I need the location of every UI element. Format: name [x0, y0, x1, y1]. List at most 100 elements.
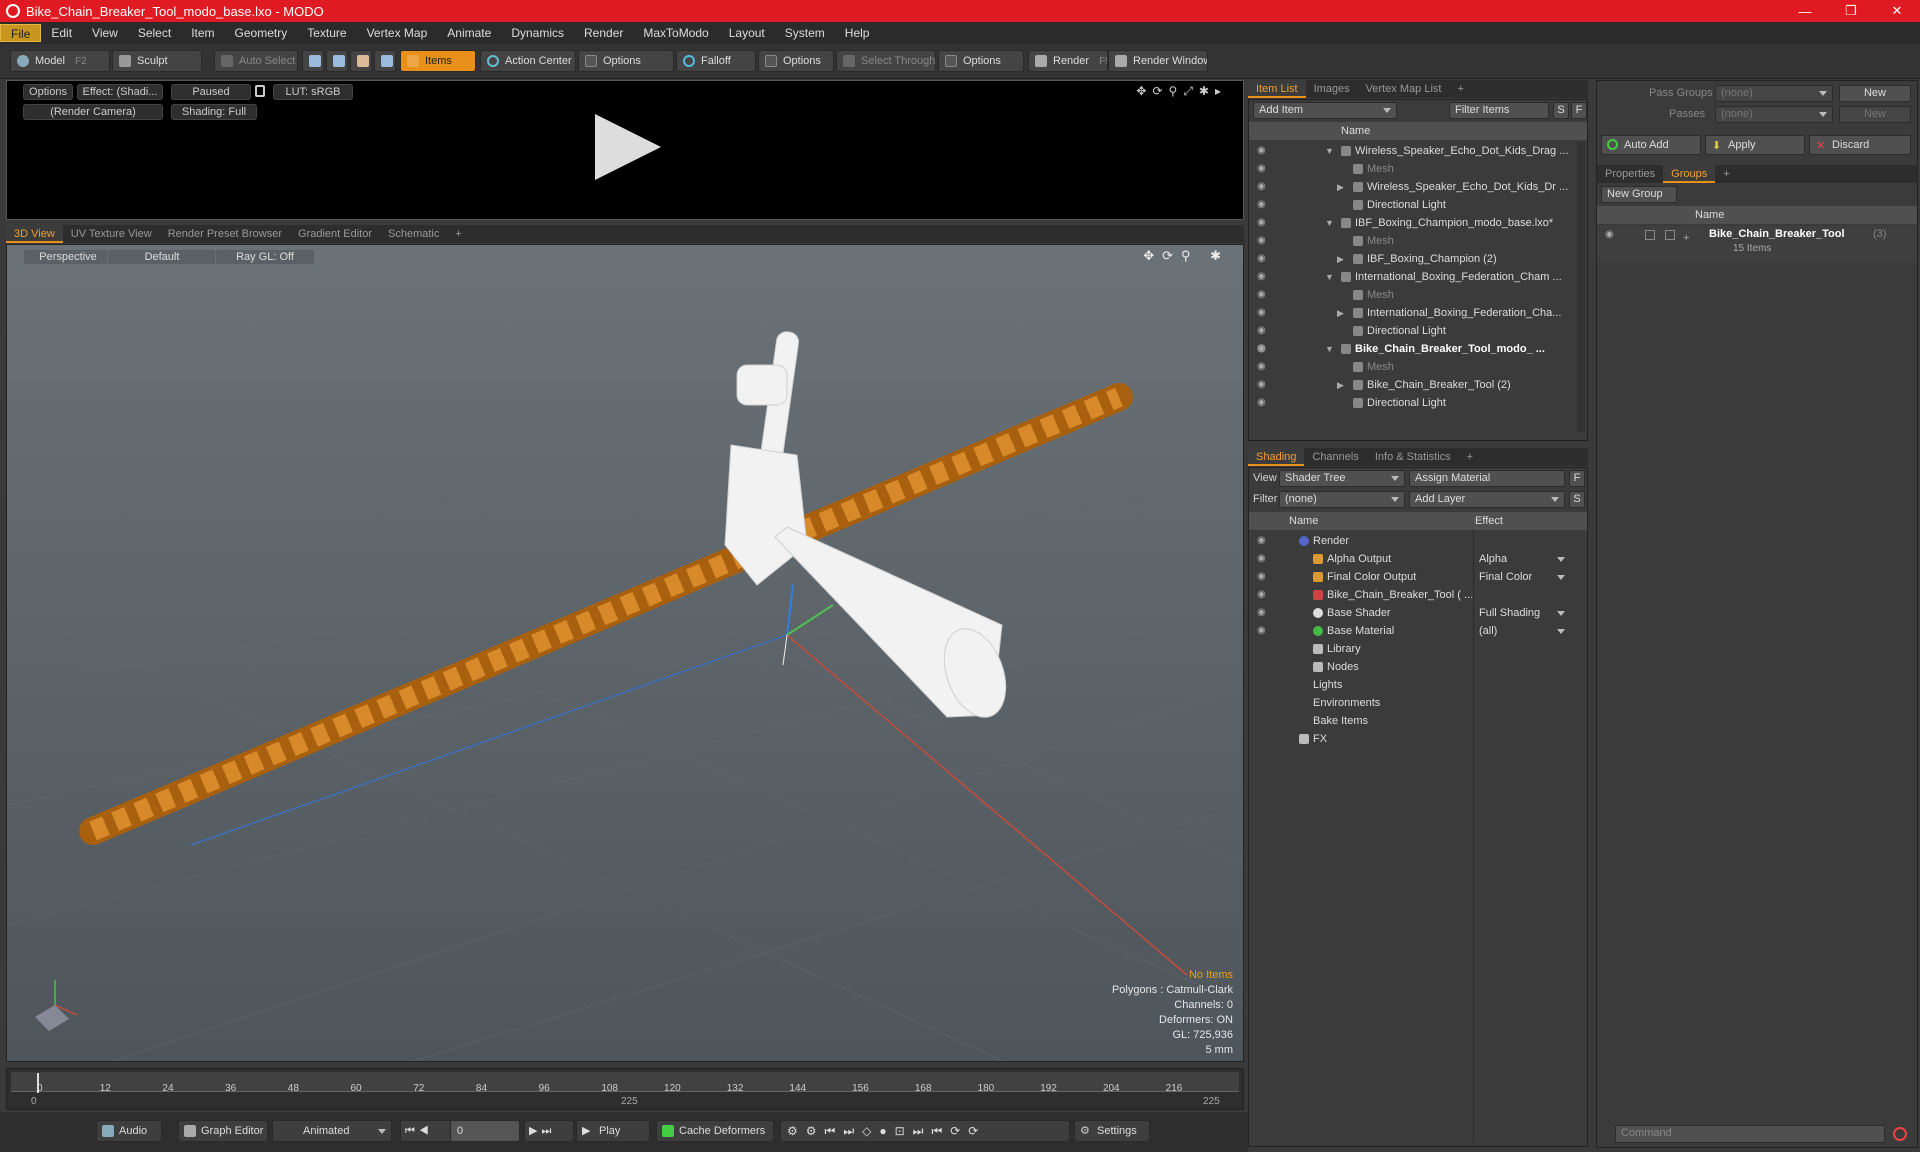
add-item-dropdown[interactable]: Add Item	[1253, 102, 1397, 119]
visibility-eye-icon[interactable]: ◉	[1257, 361, 1269, 373]
menu-geometry[interactable]: Geometry	[225, 24, 298, 42]
add-layer-dropdown[interactable]: Add Layer	[1409, 491, 1565, 508]
tab-channels[interactable]: Channels	[1304, 448, 1366, 466]
menu-animate[interactable]: Animate	[437, 24, 501, 42]
expand-arrow-icon[interactable]: ▶	[1337, 376, 1344, 394]
collapse-arrow-icon[interactable]: ▼	[1325, 268, 1334, 286]
item-list-row[interactable]: ◉ ▼ IBF_Boxing_Champion_modo_base.lxo*	[1249, 214, 1569, 232]
maximize-button[interactable]: ❐	[1828, 3, 1874, 19]
auto-select-button[interactable]: Auto Select	[214, 50, 298, 72]
animated-dropdown[interactable]: Animated	[272, 1120, 392, 1142]
auto-add-button[interactable]: Auto Add	[1601, 135, 1701, 155]
settings-button[interactable]: ⚙ Settings	[1074, 1120, 1150, 1142]
close-button[interactable]: ✕	[1874, 3, 1920, 19]
timeline[interactable]: 0 12 24 36 48 60 72 84 96 108 120 132 144 156 168 180 19…	[6, 1068, 1244, 1110]
visibility-eye-icon[interactable]: ◉	[1605, 229, 1614, 240]
visibility-eye-icon[interactable]: ◉	[1257, 379, 1269, 391]
visibility-eye-icon[interactable]: ◉	[1257, 181, 1269, 193]
visibility-eye-icon[interactable]: ◉	[1257, 607, 1269, 619]
preview-effect-dropdown[interactable]: Effect: (Shadi...	[77, 84, 163, 100]
add-tab-icon[interactable]: +	[447, 225, 469, 243]
visibility-eye-icon[interactable]: ◉	[1257, 145, 1269, 157]
lut-dropdown[interactable]: LUT: sRGB	[273, 84, 353, 100]
preview-paused-button[interactable]: Paused	[171, 84, 251, 100]
keyframe-tools[interactable]: ⚙⚙⏮⏭◇●⊡⏭⏮⟳⟳	[780, 1120, 1070, 1142]
preview-options-button[interactable]: Options	[23, 84, 73, 100]
discard-button[interactable]: ✕ Discard	[1809, 135, 1911, 155]
model-mode-button[interactable]: Model F2	[10, 50, 110, 72]
collapse-arrow-icon[interactable]: ▼	[1325, 214, 1334, 232]
dropdown-arrow-icon[interactable]	[1557, 611, 1565, 616]
item-list-row[interactable]: ◉ ▼ International_Boxing_Federation_Cham .…	[1249, 268, 1569, 286]
menu-render[interactable]: Render	[574, 24, 633, 42]
visibility-eye-icon[interactable]: ◉	[1257, 571, 1269, 583]
item-list-scrollbar[interactable]	[1577, 142, 1585, 432]
select-through-options-button[interactable]: Options	[938, 50, 1024, 72]
shader-tree-dropdown[interactable]: Shader Tree	[1279, 470, 1405, 487]
expand-arrow-icon[interactable]: ▶	[1337, 250, 1344, 268]
playhead[interactable]	[37, 1073, 39, 1093]
shader-tree-row[interactable]: Nodes	[1249, 658, 1569, 676]
tab-item-list[interactable]: Item List	[1248, 80, 1306, 98]
menu-file[interactable]: File	[0, 24, 42, 42]
menu-vertex-map[interactable]: Vertex Map	[357, 24, 438, 42]
tab-gradient-editor[interactable]: Gradient Editor	[290, 225, 380, 243]
visibility-eye-icon[interactable]: ◉	[1257, 253, 1269, 265]
item-list-row[interactable]: ◉ ▼ Bike_Chain_Breaker_Tool_modo_ ...	[1249, 340, 1569, 358]
prev-key-buttons[interactable]: ⏮◀	[400, 1120, 452, 1142]
dropdown-arrow-icon[interactable]	[1557, 575, 1565, 580]
visibility-eye-icon[interactable]: ◉	[1257, 271, 1269, 283]
new-group-button[interactable]: New Group	[1601, 186, 1677, 203]
visibility-eye-icon[interactable]: ◉	[1257, 535, 1269, 547]
select-checkbox[interactable]	[1665, 230, 1675, 240]
shader-tree-row[interactable]: ◉ Base Shader Full Shading	[1249, 604, 1569, 622]
frame-input[interactable]: 0	[450, 1120, 520, 1142]
menu-edit[interactable]: Edit	[41, 24, 82, 42]
command-input[interactable]: Command	[1615, 1125, 1885, 1143]
dropdown-arrow-icon[interactable]	[1557, 629, 1565, 634]
menu-layout[interactable]: Layout	[719, 24, 775, 42]
falloff-button[interactable]: Falloff	[676, 50, 756, 72]
shader-tree-row[interactable]: ◉ Render	[1249, 532, 1569, 550]
assign-material-button[interactable]: Assign Material	[1409, 470, 1565, 487]
shader-tree-row[interactable]: ◉ Bike_Chain_Breaker_Tool ( ...	[1249, 586, 1569, 604]
polygons-mode-button[interactable]	[350, 50, 372, 72]
play-preview-icon[interactable]	[595, 114, 661, 180]
graph-editor-button[interactable]: Graph Editor	[178, 1120, 268, 1142]
visibility-eye-icon[interactable]: ◉	[1257, 325, 1269, 337]
new-pass-button[interactable]: New	[1839, 106, 1911, 123]
add-tab-icon[interactable]: +	[1449, 80, 1471, 98]
shader-tree-row[interactable]: Lights	[1249, 676, 1569, 694]
shading-dropdown[interactable]: Shading: Full	[171, 104, 257, 120]
shader-tree-row[interactable]: ◉ Alpha Output Alpha	[1249, 550, 1569, 568]
lock-icon[interactable]	[255, 85, 265, 97]
visibility-eye-icon[interactable]: ◉	[1257, 589, 1269, 601]
visibility-eye-icon[interactable]: ◉	[1257, 307, 1269, 319]
s-button[interactable]: S	[1569, 491, 1585, 508]
preview-nav-icons[interactable]: ✥⟳⚲⤢✱▸	[1136, 84, 1227, 99]
item-list-row[interactable]: ◉ Mesh	[1249, 160, 1569, 178]
tab-render-preset-browser[interactable]: Render Preset Browser	[160, 225, 290, 243]
3d-viewport[interactable]: Perspective Default Ray GL: Off ✥⟳⚲ ✱ No…	[6, 244, 1244, 1062]
item-list-row[interactable]: ◉ ▶ Wireless_Speaker_Echo_Dot_Kids_Dr ...	[1249, 178, 1569, 196]
add-tab-icon[interactable]: +	[1459, 448, 1481, 466]
s-button[interactable]: S	[1553, 102, 1569, 119]
item-list-row[interactable]: ◉ Mesh	[1249, 286, 1569, 304]
visibility-eye-icon[interactable]: ◉	[1257, 553, 1269, 565]
tab-properties[interactable]: Properties	[1597, 165, 1663, 183]
effect-dropdown[interactable]: Alpha	[1479, 550, 1507, 568]
tab-vertex-map-list[interactable]: Vertex Map List	[1358, 80, 1450, 98]
falloff-options-button[interactable]: Options	[758, 50, 834, 72]
visibility-eye-icon[interactable]: ◉	[1257, 163, 1269, 175]
visibility-eye-icon[interactable]: ◉	[1257, 625, 1269, 637]
tab-groups[interactable]: Groups	[1663, 165, 1716, 183]
item-list-row[interactable]: ◉ Directional Light	[1249, 322, 1569, 340]
shader-tree-row[interactable]: Bake Items	[1249, 712, 1569, 730]
visibility-eye-icon[interactable]: ◉	[1257, 397, 1269, 409]
menu-select[interactable]: Select	[128, 24, 181, 42]
action-center-button[interactable]: Action Center	[480, 50, 576, 72]
collapse-arrow-icon[interactable]: ▼	[1325, 340, 1334, 358]
tab-schematic[interactable]: Schematic	[380, 225, 447, 243]
render-window-button[interactable]: Render Window	[1108, 50, 1208, 72]
filter-dropdown[interactable]: (none)	[1279, 491, 1405, 508]
